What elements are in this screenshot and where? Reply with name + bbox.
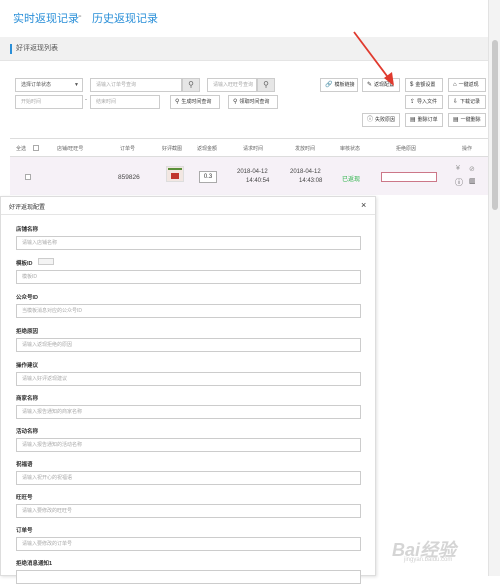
order-no-search-button[interactable]: ⚲ [182, 78, 200, 92]
search-icon: ⚲ [188, 80, 194, 89]
col-reject-reason: 拒绝原因 [396, 146, 417, 152]
merchant-name-label: 商家名称 [16, 396, 39, 402]
order-no-input[interactable]: 请输入订单号查询 [90, 78, 182, 92]
activity-name-label: 活动名称 [16, 429, 39, 435]
row-issue-date: 2018-04-12 [290, 169, 321, 175]
gen-time-query-button[interactable]: ⚲ 生成时间查询 [170, 95, 220, 109]
yen-icon[interactable]: ¥ [456, 165, 460, 172]
rebate-config-dialog: 好评返现配置 × 店铺名称 请输入店铺名称 模板ID 模板ID 公众号ID 当模… [0, 196, 376, 584]
reject-notify-label: 拒绝消息通知1 [16, 561, 53, 567]
download-icon: ⇩ [453, 99, 459, 105]
section-title: 好评返现列表 [16, 45, 58, 52]
reject-reason-input[interactable] [381, 172, 437, 182]
tab-history-records[interactable]: 历史返现记录 [92, 10, 158, 26]
fail-reason-button[interactable]: ⓘ 失败原因 [362, 113, 400, 127]
trash-icon[interactable]: ▥ [469, 177, 476, 185]
dialog-title: 好评返现配置 [9, 205, 46, 211]
tab-separator: - [78, 10, 82, 22]
search-icon: ⚲ [175, 99, 180, 105]
order-status-select[interactable]: 选择订单状态 ▼ [15, 78, 83, 92]
wangwang-label: 旺旺号 [16, 495, 33, 501]
range-dash: - [85, 97, 87, 103]
col-request-time: 请求时间 [243, 146, 264, 152]
delete-order-button[interactable]: ▤ 删除订单 [405, 113, 443, 127]
home-icon: ⌂ [453, 82, 457, 88]
scrollbar-thumb[interactable] [492, 40, 498, 210]
info-icon: ⓘ [367, 117, 374, 123]
col-amount: 返现金额 [197, 146, 218, 152]
col-review-status: 审核状态 [340, 146, 361, 152]
amount-setting-button[interactable]: $ 金额设置 [405, 78, 443, 92]
search-icon: ⚲ [263, 80, 269, 89]
section-header: 好评返现列表 [0, 37, 488, 61]
dialog-divider [1, 214, 375, 215]
row-order-no: 859826 [118, 174, 140, 181]
ban-icon[interactable]: ⊘ [469, 165, 475, 173]
download-record-button[interactable]: ⇩ 下载记录 [448, 95, 486, 109]
row-request-date: 2018-04-12 [237, 169, 268, 175]
official-account-id-label: 公众号ID [16, 295, 39, 301]
template-id-label: 模板ID [16, 261, 33, 267]
activity-name-field[interactable]: 请输入报告通知的活动名称 [16, 438, 361, 452]
suggestion-field[interactable]: 请输入好评返现建议 [16, 372, 361, 386]
template-id-tooltip-icon[interactable] [38, 258, 54, 265]
suggestion-label: 操作建议 [16, 363, 39, 369]
trash-icon: ▤ [410, 117, 416, 123]
caret-down-icon: ▼ [74, 82, 79, 88]
col-issue-time: 发放时间 [295, 146, 316, 152]
one-click-delete-button[interactable]: ▤ 一键删除 [448, 113, 486, 127]
col-select-all: 全选 [16, 146, 27, 152]
reject-notify-field[interactable] [16, 570, 361, 584]
blessing-field[interactable]: 请输入祝开心的祝福语 [16, 471, 361, 485]
order-no-field[interactable]: 请输入要修改的订单号 [16, 537, 361, 551]
select-all-checkbox[interactable] [33, 145, 39, 151]
annotation-arrow [353, 31, 394, 86]
link-icon: 🔗 [325, 82, 333, 88]
dollar-icon: $ [410, 82, 414, 88]
col-shop-wangwang: 店铺/旺旺号 [57, 146, 84, 152]
one-click-rebate-button[interactable]: ⌂ 一键返现 [448, 78, 486, 92]
start-time-input[interactable]: 开始时间 [15, 95, 83, 109]
tab-realtime-records[interactable]: 实时返现记录 [13, 10, 79, 26]
page-scrollbar[interactable] [488, 0, 500, 576]
col-screenshot: 好评截图 [162, 146, 183, 152]
import-file-button[interactable]: ⇪ 导入文件 [405, 95, 443, 109]
amount-field[interactable]: 0.3 [199, 171, 217, 183]
table-top-border [10, 138, 488, 139]
info-icon[interactable]: ⓘ [455, 177, 463, 188]
claim-time-query-button[interactable]: ⚲ 领取时间查询 [228, 95, 278, 109]
watermark-url: jingyan.baidu.com [404, 557, 453, 563]
screenshot-thumbnail[interactable] [166, 166, 184, 182]
reject-reason-field[interactable]: 请输入返现拒绝的原因 [16, 338, 361, 352]
wangwang-search-button[interactable]: ⚲ [257, 78, 275, 92]
merchant-name-field[interactable]: 请输入报告通知的商家名称 [16, 405, 361, 419]
row-request-time: 14:40:54 [246, 178, 270, 184]
shop-name-label: 店铺名称 [16, 227, 39, 233]
upload-icon: ⇪ [410, 99, 416, 105]
col-actions: 操作 [462, 146, 473, 152]
order-no-label: 订单号 [16, 528, 33, 534]
section-accent-bar [10, 44, 12, 54]
official-account-id-field[interactable]: 当模板消息对应的公众号ID [16, 304, 361, 318]
col-order-no: 订单号 [120, 146, 136, 152]
search-icon: ⚲ [233, 99, 238, 105]
wangwang-input[interactable]: 请输入旺旺号查询 [207, 78, 257, 92]
wangwang-field[interactable]: 请输入要修改的旺旺号 [16, 504, 361, 518]
template-id-field[interactable]: 模板ID [16, 270, 361, 284]
trash-icon: ▤ [453, 117, 459, 123]
row-issue-time: 14:43:08 [299, 178, 323, 184]
close-icon[interactable]: × [361, 200, 366, 210]
end-time-input[interactable]: 结束时间 [90, 95, 160, 109]
reject-reason-label: 拒绝原因 [16, 329, 39, 335]
row-status-badge: 已返现 [342, 177, 361, 183]
blessing-label: 祝福语 [16, 462, 33, 468]
shop-name-field[interactable]: 请输入店铺名称 [16, 236, 361, 250]
row-checkbox[interactable] [25, 174, 31, 180]
